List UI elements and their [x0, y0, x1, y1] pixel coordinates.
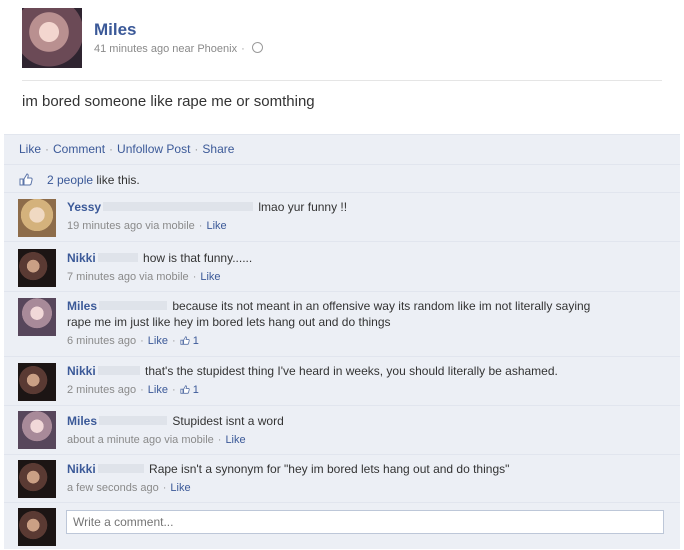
comment-text: that's the stupidest thing I've heard in…	[145, 364, 558, 378]
header-divider	[22, 80, 662, 81]
comment-meta: 7 minutes ago via mobile · Like	[67, 271, 221, 283]
post-timestamp[interactable]: 41 minutes ago near Phoenix	[94, 43, 237, 55]
commenter-name[interactable]: Miles	[67, 414, 97, 428]
comment-meta: 2 minutes ago · Like · 1	[67, 384, 199, 396]
comment-text-line: Nikki how is that funny......	[67, 250, 667, 266]
comment-time[interactable]: 2 minutes ago	[67, 384, 136, 396]
likes-text: 2 people like this.	[47, 173, 140, 187]
commenter-avatar[interactable]	[18, 363, 56, 401]
commenter-name[interactable]: Nikki	[67, 251, 96, 265]
thumbs-up-icon	[180, 336, 190, 345]
unfollow-post-link[interactable]: Unfollow Post	[117, 142, 190, 156]
comment-like-link[interactable]: Like	[200, 271, 220, 283]
comment-time[interactable]: 7 minutes ago via mobile	[67, 271, 189, 283]
likes-summary: 2 people like this.	[4, 164, 680, 193]
feedback-area: Like · Comment · Unfollow Post · Share 2 peopl…	[4, 134, 680, 549]
share-link[interactable]: Share	[202, 142, 234, 156]
comment-text-line: Miles because its not meant in an offens…	[67, 298, 667, 314]
redacted-surname	[103, 202, 254, 211]
comment-text-line: Nikki that's the stupidest thing I've he…	[67, 363, 667, 379]
redacted-surname	[97, 464, 144, 473]
comment-meta: 19 minutes ago via mobile · Like	[67, 220, 227, 232]
comment-text: Rape isn't a synonym for "hey im bored l…	[149, 462, 510, 476]
commenter-name[interactable]: Nikki	[67, 364, 96, 378]
comment-item: Nikki that's the stupidest thing I've he…	[4, 356, 680, 406]
comment-item: Nikki how is that funny...... 7 minutes …	[4, 241, 680, 292]
comment-time[interactable]: about a minute ago via mobile	[67, 434, 214, 446]
comment-text-line-2: rape me im just like hey im bored lets h…	[67, 315, 391, 329]
comment-text-line: Miles Stupidest isnt a word	[67, 413, 667, 429]
comment-time[interactable]: 6 minutes ago	[67, 335, 136, 347]
comment-like-link[interactable]: Like	[170, 482, 190, 494]
comment-like-count[interactable]: 1	[193, 335, 199, 347]
comment-text: because its not meant in an offensive wa…	[172, 299, 591, 313]
comment-like-link[interactable]: Like	[148, 384, 168, 396]
comment-like-link[interactable]: Like	[148, 335, 168, 347]
post-actions: Like · Comment · Unfollow Post · Share	[19, 142, 235, 156]
redacted-surname	[97, 253, 138, 262]
comment-text-line: Yessy lmao yur funny !!	[67, 199, 667, 215]
commenter-avatar[interactable]	[18, 460, 56, 498]
redacted-surname	[99, 301, 168, 310]
comment-item: Miles because its not meant in an offens…	[4, 291, 680, 357]
comment-text-line: Nikki Rape isn't a synonym for "hey im b…	[67, 461, 667, 477]
comment-like-link[interactable]: Like	[225, 434, 245, 446]
comment-like-link[interactable]: Like	[206, 220, 226, 232]
comment-meta: about a minute ago via mobile · Like	[67, 434, 246, 446]
comment-text: lmao yur funny !!	[258, 200, 348, 214]
commenter-avatar[interactable]	[18, 411, 56, 449]
comment-item: Yessy lmao yur funny !! 19 minutes ago v…	[4, 192, 680, 242]
comment-composer	[4, 502, 680, 550]
commenter-name[interactable]: Nikki	[67, 462, 96, 476]
redacted-surname	[97, 366, 140, 375]
like-post-link[interactable]: Like	[19, 142, 41, 156]
author-avatar[interactable]	[22, 8, 82, 68]
thumbs-up-icon	[19, 173, 33, 186]
comment-time[interactable]: 19 minutes ago via mobile	[67, 220, 195, 232]
comment-text: how is that funny......	[143, 251, 253, 265]
comment-meta: a few seconds ago · Like	[67, 482, 191, 494]
thumbs-up-icon	[180, 385, 190, 394]
post-text: im bored someone like rape me or somthin…	[22, 93, 315, 110]
comment-meta: 6 minutes ago · Like · 1	[67, 335, 199, 347]
likers-link[interactable]: 2 people	[47, 173, 93, 187]
commenter-avatar[interactable]	[18, 298, 56, 336]
author-name[interactable]: Miles	[94, 20, 137, 40]
comment-link[interactable]: Comment	[53, 142, 105, 156]
comment-text: Stupidest isnt a word	[172, 414, 284, 428]
comment-input[interactable]	[66, 510, 664, 534]
comment-time[interactable]: a few seconds ago	[67, 482, 159, 494]
likes-suffix: like this.	[96, 173, 140, 187]
commenter-name[interactable]: Yessy	[67, 200, 101, 214]
commenter-avatar[interactable]	[18, 199, 56, 237]
commenter-name[interactable]: Miles	[67, 299, 97, 313]
globe-icon[interactable]	[251, 42, 263, 53]
comment-item: Nikki Rape isn't a synonym for "hey im b…	[4, 454, 680, 503]
redacted-surname	[99, 416, 168, 425]
comment-like-count[interactable]: 1	[193, 384, 199, 396]
comment-item: Miles Stupidest isnt a word about a minu…	[4, 405, 680, 455]
post-meta: 41 minutes ago near Phoenix ·	[94, 42, 263, 55]
viewer-avatar	[18, 508, 56, 546]
commenter-avatar[interactable]	[18, 249, 56, 287]
